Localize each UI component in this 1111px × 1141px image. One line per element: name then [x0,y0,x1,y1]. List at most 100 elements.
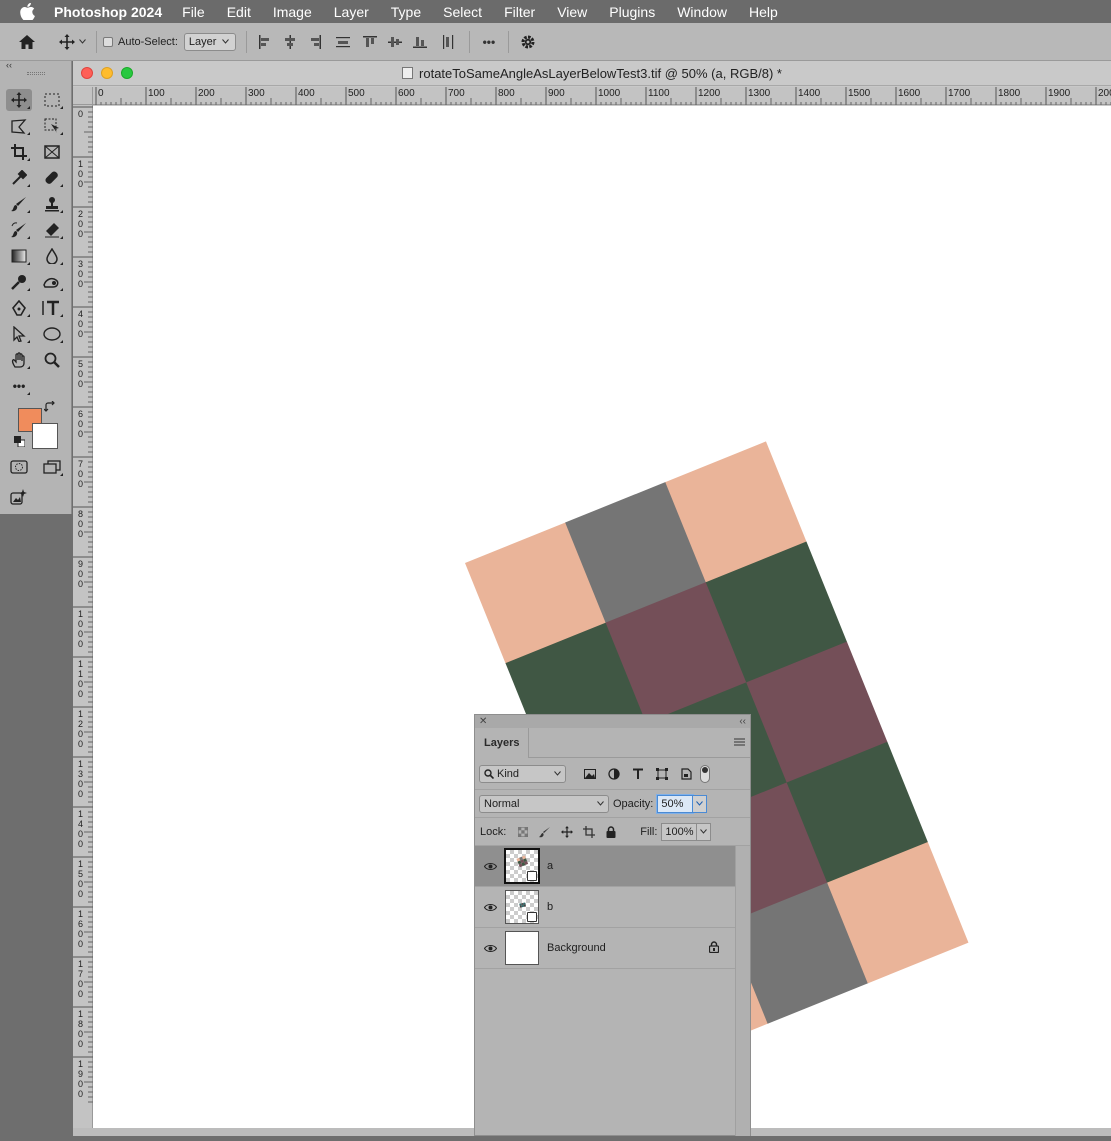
distribute-vertical-icon[interactable] [328,35,358,49]
zoom-window-button[interactable] [121,67,133,79]
lock-all-icon[interactable] [600,825,622,838]
gear-icon[interactable] [515,34,541,50]
vertical-ruler[interactable]: 0100200300400500600700800900100011001200… [73,105,93,1136]
layer-thumbnail-background[interactable] [505,931,539,965]
object-selection-tool-icon[interactable] [39,115,65,137]
lock-position-icon[interactable] [556,825,578,838]
collapse-panel-icon[interactable]: ‹‹ [739,716,746,727]
path-selection-tool-icon[interactable] [6,323,32,345]
opacity-field[interactable]: 50% [657,794,708,813]
fill-value[interactable]: 100% [661,822,698,841]
gradient-tool-icon[interactable] [6,245,32,267]
opacity-value[interactable]: 50% [657,794,694,813]
auto-select-checkbox[interactable] [103,36,113,47]
filter-toggle-switch[interactable] [700,764,710,783]
stamp-tool-icon[interactable] [39,193,65,215]
blur-tool-icon[interactable] [39,245,65,267]
home-icon[interactable] [0,34,54,50]
menu-window[interactable]: Window [677,4,727,20]
align-right-edges-icon[interactable] [303,34,328,49]
filter-smart-object-icon[interactable] [674,767,698,780]
auto-select-dropdown[interactable]: Layer [183,32,236,51]
align-bottom-edges-icon[interactable] [408,35,433,49]
minimize-window-button[interactable] [101,67,113,79]
hand-tool-icon[interactable] [6,349,32,371]
menu-help[interactable]: Help [749,4,778,20]
app-name-menu[interactable]: Photoshop 2024 [54,4,162,20]
fill-field[interactable]: 100% [661,822,712,841]
align-vertical-centers-icon[interactable] [383,35,408,49]
fill-dropdown-button[interactable] [697,822,712,841]
layer-name-background[interactable]: Background [547,942,709,954]
menu-type[interactable]: Type [391,4,421,20]
layer-name-a[interactable]: a [547,860,735,872]
quick-mask-icon[interactable] [6,456,32,478]
collapse-icon[interactable]: ‹‹ [6,60,12,70]
close-window-button[interactable] [81,67,93,79]
filter-adjustment-icon[interactable] [602,767,626,780]
lock-image-pixels-icon[interactable] [534,826,556,838]
opacity-dropdown-button[interactable] [693,794,708,813]
align-horizontal-centers-icon[interactable] [278,34,303,49]
layers-scrollbar[interactable] [735,846,750,1136]
swap-colors-icon[interactable] [42,399,58,415]
eyedropper-tool-icon[interactable] [6,167,32,189]
healing-brush-tool-icon[interactable] [39,167,65,189]
lock-artboard-icon[interactable] [578,825,600,838]
menu-plugins[interactable]: Plugins [609,4,655,20]
filter-shape-icon[interactable] [650,767,674,780]
edit-toolbar-icon[interactable]: ••• [6,375,32,397]
menu-view[interactable]: View [557,4,587,20]
layer-row-a[interactable]: a [475,846,735,887]
move-tool-icon[interactable] [6,89,32,111]
eye-icon[interactable] [475,944,505,953]
tab-layers[interactable]: Layers [475,727,530,758]
eraser-tool-icon[interactable] [39,219,65,241]
panel-menu-icon[interactable] [734,737,746,749]
pen-tool-icon[interactable] [6,297,32,319]
horizontal-ruler[interactable]: 0 100 200 300 400 500 600 700 800 900 1000 1100 1200… [93,87,1111,105]
menu-filter[interactable]: Filter [504,4,535,20]
history-brush-tool-icon[interactable] [6,219,32,241]
menu-layer[interactable]: Layer [334,4,369,20]
menu-edit[interactable]: Edit [227,4,251,20]
align-top-edges-icon[interactable] [358,35,383,49]
dodge-tool-icon[interactable] [6,271,32,293]
filter-kind-dropdown[interactable]: Kind [479,764,566,783]
smudge-tool-icon[interactable] [39,271,65,293]
lock-icon[interactable] [708,940,720,956]
filter-pixel-icon[interactable] [578,768,602,779]
drag-handle[interactable] [26,72,45,75]
lasso-tool-icon[interactable] [6,115,32,137]
screen-mode-icon[interactable] [39,456,65,478]
zoom-tool-icon[interactable] [39,349,65,371]
blend-mode-dropdown[interactable]: Normal [479,794,609,813]
distribute-horizontal-icon[interactable] [433,34,463,49]
menu-file[interactable]: File [182,4,205,20]
layer-row-b[interactable]: b [475,887,735,928]
document-title-bar[interactable]: rotateToSameAngleAsLayerBelowTest3.tif @… [73,61,1111,86]
eye-icon[interactable] [475,862,505,871]
frame-tool-icon[interactable] [39,141,65,163]
type-tool-icon[interactable] [39,297,65,319]
default-colors-icon[interactable] [12,434,26,448]
menu-select[interactable]: Select [443,4,482,20]
more-options-icon[interactable]: ••• [476,35,502,49]
marquee-tool-icon[interactable] [39,89,65,111]
lock-transparent-pixels-icon[interactable] [512,826,534,837]
layer-thumbnail-b[interactable] [505,890,539,924]
ruler-origin[interactable] [73,87,93,105]
menu-image[interactable]: Image [273,4,312,20]
layer-name-b[interactable]: b [547,901,735,913]
crop-tool-icon[interactable] [6,141,32,163]
brush-tool-icon[interactable] [6,193,32,215]
close-panel-icon[interactable]: ✕ [479,716,487,727]
filter-type-icon[interactable] [626,768,650,780]
ellipse-tool-icon[interactable] [39,323,65,345]
apple-menu-icon[interactable] [0,3,54,20]
align-left-edges-icon[interactable] [253,34,278,49]
move-tool-preset-icon[interactable] [54,33,90,50]
layer-row-background[interactable]: Background [475,928,735,969]
layer-thumbnail-a[interactable] [504,848,540,884]
layers-panel-header[interactable]: ✕ ‹‹ [475,715,750,728]
